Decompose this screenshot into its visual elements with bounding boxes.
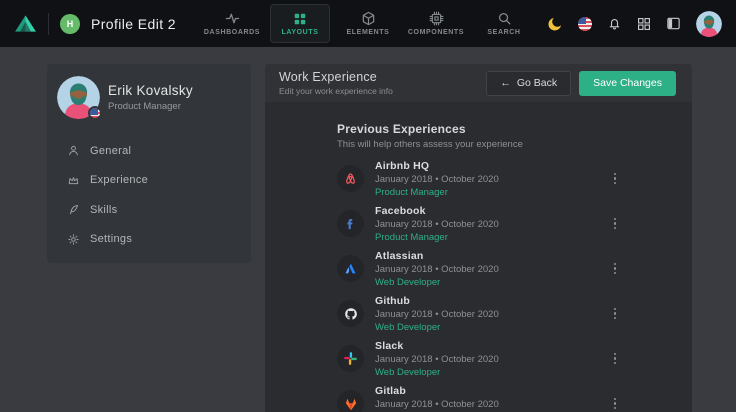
company-logo [337, 210, 364, 237]
experience-role: Web Developer [375, 367, 499, 378]
atlassian-icon [343, 261, 358, 276]
grid-icon [293, 12, 307, 26]
experience-role: Product Manager [375, 187, 499, 198]
company-name: Airbnb HQ [375, 160, 499, 172]
feather-icon [67, 203, 80, 216]
experience-period: January 2018 • October 2020 [375, 399, 499, 410]
cpu-icon [429, 11, 444, 26]
sidebar-menu: General Experience Skills [67, 136, 239, 254]
company-name: Github [375, 295, 499, 307]
us-flag-icon[interactable] [578, 17, 592, 31]
slack-icon [343, 351, 358, 366]
search-icon [497, 11, 512, 26]
experience-row: Gitlab January 2018 • October 2020 Web D… [337, 381, 620, 412]
experience-row: Github January 2018 • October 2020 Web D… [337, 291, 620, 336]
top-navigation: DASHBOARDS LAYOUTS ELEMENTS [202, 0, 534, 47]
moon-icon[interactable] [547, 16, 563, 32]
row-menu-button[interactable] [610, 169, 621, 189]
profile-sidebar: Erik Kovalsky Product Manager General Ex… [47, 64, 251, 263]
crown-icon [67, 174, 80, 187]
row-menu-button[interactable] [610, 259, 621, 279]
experience-role: Web Developer [375, 322, 499, 333]
bell-icon[interactable] [607, 16, 622, 31]
topbar-right-controls [547, 11, 726, 37]
go-back-button[interactable]: ← Go Back [486, 71, 571, 96]
experience-role: Product Manager [375, 232, 499, 243]
app-logo-icon[interactable] [14, 14, 37, 33]
nav-item-components[interactable]: COMPONENTS [406, 4, 466, 43]
row-menu-button[interactable] [610, 214, 621, 234]
github-icon [343, 306, 359, 322]
page-title: Profile Edit 2 [91, 16, 176, 32]
experience-role: Web Developer [375, 277, 499, 288]
section-subtitle: This will help others assess your experi… [337, 139, 692, 150]
activity-icon [225, 11, 240, 26]
gitlab-icon [343, 396, 359, 412]
top-navbar: H Profile Edit 2 DASHBOARDS LAYOUTS [0, 0, 736, 47]
company-logo [337, 165, 364, 192]
company-logo [337, 390, 364, 412]
user-name: Erik Kovalsky [108, 83, 193, 98]
user-avatar[interactable] [696, 11, 722, 37]
panel-subtitle: Edit your work experience info [279, 86, 393, 96]
experience-row: Facebook January 2018 • October 2020 Pro… [337, 201, 620, 246]
us-flag-icon [88, 106, 102, 120]
sidebar-item-experience[interactable]: Experience [67, 166, 239, 196]
gear-icon [67, 233, 80, 246]
profile-summary: Erik Kovalsky Product Manager [57, 76, 239, 119]
experience-period: January 2018 • October 2020 [375, 174, 499, 185]
company-logo [337, 345, 364, 372]
experience-period: January 2018 • October 2020 [375, 219, 499, 230]
airbnb-icon [343, 171, 358, 186]
sidebar-item-skills[interactable]: Skills [67, 195, 239, 225]
brand-area: H Profile Edit 2 [14, 13, 176, 35]
workspace-badge[interactable]: H [60, 14, 80, 34]
facebook-icon [343, 216, 358, 231]
save-changes-button[interactable]: Save Changes [579, 71, 676, 96]
work-experience-panel: Work Experience Edit your work experienc… [265, 64, 692, 412]
row-menu-button[interactable] [610, 304, 621, 324]
sidebar-item-general[interactable]: General [67, 136, 239, 166]
experience-period: January 2018 • October 2020 [375, 354, 499, 365]
divider [48, 13, 49, 35]
experience-row: Atlassian January 2018 • October 2020 We… [337, 246, 620, 291]
user-icon [67, 144, 80, 157]
row-menu-button[interactable] [610, 394, 621, 412]
left-arrow-icon: ← [500, 77, 511, 89]
company-name: Atlassian [375, 250, 499, 262]
company-logo [337, 255, 364, 282]
nav-item-search[interactable]: SEARCH [474, 4, 534, 43]
nav-item-dashboards[interactable]: DASHBOARDS [202, 4, 262, 43]
layout-icon[interactable] [666, 16, 681, 31]
sidebar-item-settings[interactable]: Settings [67, 225, 239, 255]
user-role: Product Manager [108, 101, 193, 112]
experience-period: January 2018 • October 2020 [375, 309, 499, 320]
company-logo [337, 300, 364, 327]
box-icon [361, 11, 376, 26]
row-menu-button[interactable] [610, 349, 621, 369]
nav-item-layouts[interactable]: LAYOUTS [270, 4, 330, 43]
company-name: Gitlab [375, 385, 499, 397]
company-name: Facebook [375, 205, 499, 217]
company-name: Slack [375, 340, 499, 352]
experience-row: Slack January 2018 • October 2020 Web De… [337, 336, 620, 381]
panel-body: Previous Experiences This will help othe… [265, 102, 692, 412]
experience-list: Airbnb HQ January 2018 • October 2020 Pr… [337, 156, 620, 412]
experience-row: Airbnb HQ January 2018 • October 2020 Pr… [337, 156, 620, 201]
panel-header: Work Experience Edit your work experienc… [265, 64, 692, 102]
nav-item-elements[interactable]: ELEMENTS [338, 4, 398, 43]
experience-period: January 2018 • October 2020 [375, 264, 499, 275]
section-title: Previous Experiences [337, 122, 692, 136]
panel-title: Work Experience [279, 70, 393, 84]
apps-icon[interactable] [637, 17, 651, 31]
